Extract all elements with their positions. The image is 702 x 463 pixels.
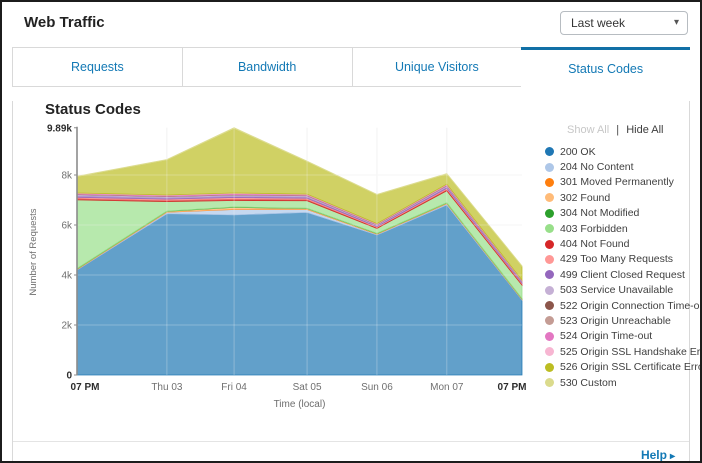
legend-item-525[interactable]: 525 Origin SSL Handshake Error bbox=[545, 344, 697, 359]
svg-text:07 PM: 07 PM bbox=[498, 382, 527, 393]
svg-text:Sun 06: Sun 06 bbox=[361, 382, 393, 393]
legend-item-304[interactable]: 304 Not Modified bbox=[545, 206, 697, 221]
help-arrow-icon: ▸ bbox=[670, 451, 675, 462]
help-link[interactable]: Help▸ bbox=[641, 448, 675, 462]
page-title: Web Traffic bbox=[24, 14, 105, 31]
legend-item-523[interactable]: 523 Origin Unreachable bbox=[545, 313, 697, 328]
legend-item-403[interactable]: 403 Forbidden bbox=[545, 221, 697, 236]
legend-item-301[interactable]: 301 Moved Permanently bbox=[545, 175, 697, 190]
panel-header: Web Traffic Last week ▾ bbox=[2, 2, 700, 47]
legend-item-label: 302 Found bbox=[560, 192, 610, 204]
legend-dot-icon bbox=[545, 363, 554, 372]
help-label: Help bbox=[641, 448, 667, 462]
legend-controls-divider: | bbox=[616, 124, 619, 136]
legend-dot-icon bbox=[545, 163, 554, 172]
legend-item-label: 403 Forbidden bbox=[560, 223, 628, 235]
legend-item-429[interactable]: 429 Too Many Requests bbox=[545, 252, 697, 267]
legend-dot-icon bbox=[545, 286, 554, 295]
status-codes-card: Status Codes 0 2k 4k 6k 8k 9.89k 07 PM Thu 03 Fr… bbox=[12, 101, 690, 463]
legend-item-499[interactable]: 499 Client Closed Request bbox=[545, 267, 697, 282]
legend-item-label: 525 Origin SSL Handshake Error bbox=[560, 346, 702, 358]
svg-text:Number of Requests: Number of Requests bbox=[28, 208, 39, 295]
legend-item-200[interactable]: 200 OK bbox=[545, 144, 697, 159]
legend-controls: Show All | Hide All bbox=[545, 124, 697, 136]
legend-item-label: 530 Custom bbox=[560, 377, 617, 389]
legend-item-404[interactable]: 404 Not Found bbox=[545, 236, 697, 251]
show-all-button[interactable]: Show All bbox=[567, 124, 609, 136]
svg-text:4k: 4k bbox=[61, 271, 73, 282]
legend-items: 200 OK 204 No Content 301 Moved Permanentl… bbox=[545, 144, 697, 390]
svg-text:0: 0 bbox=[66, 371, 72, 382]
time-range-select[interactable]: Last week ▾ bbox=[560, 11, 688, 35]
legend-dot-icon bbox=[545, 209, 554, 218]
legend-item-503[interactable]: 503 Service Unavailable bbox=[545, 283, 697, 298]
legend-dot-icon bbox=[545, 378, 554, 387]
chart-title: Status Codes bbox=[45, 101, 689, 118]
legend-dot-icon bbox=[545, 193, 554, 202]
legend-item-label: 523 Origin Unreachable bbox=[560, 315, 671, 327]
legend-item-label: 526 Origin SSL Certificate Error bbox=[560, 361, 702, 373]
legend-item-label: 429 Too Many Requests bbox=[560, 253, 673, 265]
tab-unique-visitors[interactable]: Unique Visitors bbox=[352, 47, 523, 87]
legend-dot-icon bbox=[545, 332, 554, 341]
legend-item-label: 204 No Content bbox=[560, 161, 634, 173]
legend-dot-icon bbox=[545, 301, 554, 310]
svg-text:2k: 2k bbox=[61, 321, 73, 332]
legend-item-label: 522 Origin Connection Time-out bbox=[560, 300, 702, 312]
legend-dot-icon bbox=[545, 147, 554, 156]
legend-dot-icon bbox=[545, 224, 554, 233]
legend-item-302[interactable]: 302 Found bbox=[545, 190, 697, 205]
web-traffic-panel: Web Traffic Last week ▾ Requests Bandwid… bbox=[0, 0, 702, 463]
legend-item-522[interactable]: 522 Origin Connection Time-out bbox=[545, 298, 697, 313]
tab-bandwidth[interactable]: Bandwidth bbox=[182, 47, 353, 87]
chart-legend: Show All | Hide All 200 OK 204 No Content… bbox=[545, 124, 697, 421]
svg-text:8k: 8k bbox=[61, 171, 73, 182]
time-range-value: Last week bbox=[571, 16, 674, 30]
card-footer: Help▸ bbox=[13, 441, 689, 463]
hide-all-button[interactable]: Hide All bbox=[626, 124, 663, 136]
legend-item-label: 304 Not Modified bbox=[560, 207, 639, 219]
legend-item-label: 404 Not Found bbox=[560, 238, 629, 250]
legend-item-label: 524 Origin Time-out bbox=[560, 330, 652, 342]
legend-item-204[interactable]: 204 No Content bbox=[545, 159, 697, 174]
svg-text:Fri 04: Fri 04 bbox=[221, 382, 247, 393]
legend-dot-icon bbox=[545, 240, 554, 249]
legend-item-524[interactable]: 524 Origin Time-out bbox=[545, 329, 697, 344]
legend-item-526[interactable]: 526 Origin SSL Certificate Error bbox=[545, 359, 697, 374]
svg-text:Time (local): Time (local) bbox=[274, 399, 326, 410]
legend-item-label: 200 OK bbox=[560, 146, 596, 158]
legend-dot-icon bbox=[545, 255, 554, 264]
tab-status-codes[interactable]: Status Codes bbox=[521, 47, 690, 87]
legend-dot-icon bbox=[545, 270, 554, 279]
status-codes-stacked-area-chart: 0 2k 4k 6k 8k 9.89k 07 PM Thu 03 Fri 04 Sat 05 Sun… bbox=[23, 120, 545, 416]
chart-row: 0 2k 4k 6k 8k 9.89k 07 PM Thu 03 Fri 04 Sat 05 Sun… bbox=[13, 120, 689, 421]
svg-text:Mon 07: Mon 07 bbox=[430, 382, 464, 393]
svg-text:6k: 6k bbox=[61, 221, 73, 232]
legend-item-label: 503 Service Unavailable bbox=[560, 284, 673, 296]
tab-requests[interactable]: Requests bbox=[12, 47, 183, 87]
svg-text:9.89k: 9.89k bbox=[47, 123, 72, 134]
svg-text:Thu 03: Thu 03 bbox=[151, 382, 183, 393]
svg-text:Sat 05: Sat 05 bbox=[293, 382, 322, 393]
chart-area: 0 2k 4k 6k 8k 9.89k 07 PM Thu 03 Fri 04 Sat 05 Sun… bbox=[23, 120, 545, 421]
legend-item-label: 499 Client Closed Request bbox=[560, 269, 685, 281]
legend-item-label: 301 Moved Permanently bbox=[560, 176, 674, 188]
chevron-down-icon: ▾ bbox=[674, 18, 679, 28]
legend-dot-icon bbox=[545, 316, 554, 325]
legend-item-530[interactable]: 530 Custom bbox=[545, 375, 697, 390]
svg-text:07 PM: 07 PM bbox=[71, 382, 100, 393]
legend-dot-icon bbox=[545, 178, 554, 187]
tab-bar: Requests Bandwidth Unique Visitors Statu… bbox=[12, 47, 690, 87]
legend-dot-icon bbox=[545, 347, 554, 356]
